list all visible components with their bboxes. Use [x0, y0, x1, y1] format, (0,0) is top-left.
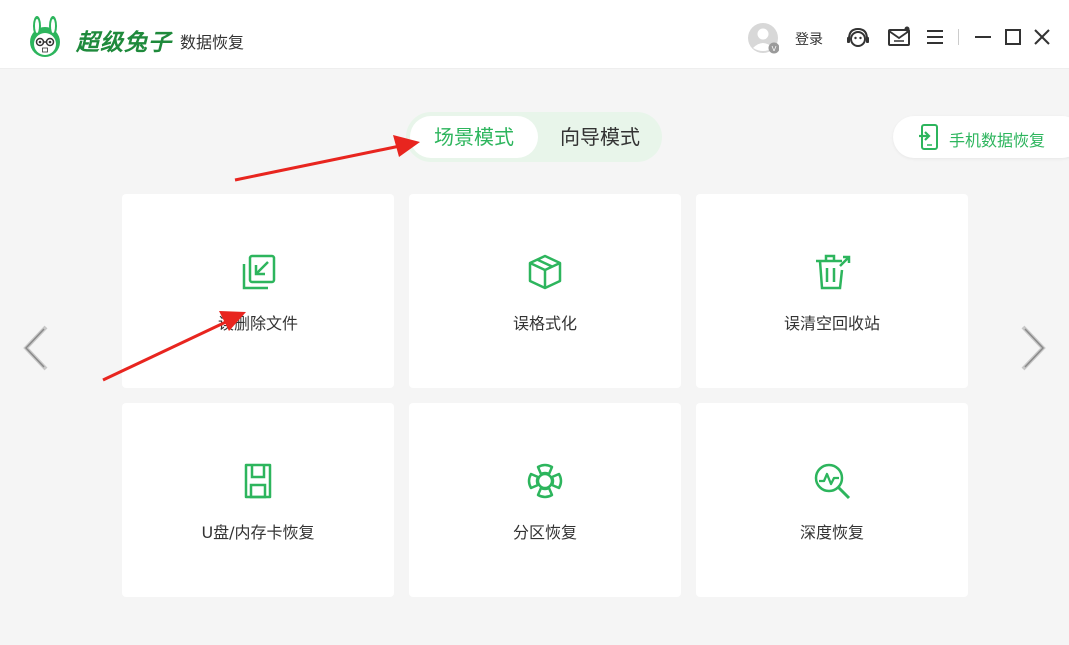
- recycle-bin-icon: [816, 254, 851, 290]
- titlebar-separator: [958, 29, 959, 45]
- message-icon[interactable]: [886, 24, 912, 50]
- brand-name: 超级兔子: [76, 29, 172, 56]
- tab-scene-mode[interactable]: 场景模式: [410, 116, 538, 158]
- rabbit-logo-icon: [30, 16, 60, 57]
- deep-scan-icon: [814, 463, 851, 500]
- card-deleted-files[interactable]: 误删除文件: [122, 194, 394, 388]
- card-partition[interactable]: 分区恢复: [409, 403, 681, 597]
- phone-recovery-label: 手机数据恢复: [949, 131, 1046, 150]
- partition-icon: [527, 463, 563, 499]
- annotation-arrow-to-scene-tab: [234, 135, 420, 182]
- close-icon[interactable]: [1029, 24, 1055, 50]
- login-link[interactable]: 登录: [795, 29, 823, 49]
- tab-wizard-mode[interactable]: 向导模式: [538, 112, 662, 162]
- card-label: 误清空回收站: [783, 314, 880, 333]
- card-recycle-bin[interactable]: 误清空回收站: [696, 194, 968, 388]
- maximize-icon[interactable]: [1000, 24, 1026, 50]
- card-label: 深度恢复: [799, 523, 864, 542]
- title-bar: 超级兔子 数据恢复 V 登录: [0, 0, 1069, 69]
- card-usb-sd[interactable]: U盘/内存卡恢复: [122, 403, 394, 597]
- card-label: U盘/内存卡恢复: [201, 523, 315, 542]
- customer-service-icon[interactable]: [845, 24, 871, 50]
- card-label: 误删除文件: [217, 314, 298, 333]
- minimize-icon[interactable]: [970, 24, 996, 50]
- phone-recovery-button[interactable]: 手机数据恢复: [893, 116, 1069, 158]
- avatar-icon[interactable]: V: [747, 22, 779, 54]
- phone-transfer-icon: [919, 124, 938, 150]
- deleted-file-icon: [242, 254, 276, 290]
- chevron-left-icon[interactable]: [20, 323, 54, 373]
- avatar-vip-badge: V: [772, 45, 777, 53]
- card-label: 误格式化: [512, 314, 577, 333]
- chevron-right-icon[interactable]: [1015, 323, 1049, 373]
- format-cube-icon: [528, 254, 562, 290]
- sd-card-icon: [244, 463, 272, 499]
- card-deep-recovery[interactable]: 深度恢复: [696, 403, 968, 597]
- brand-subtitle: 数据恢复: [180, 33, 245, 52]
- card-format[interactable]: 误格式化: [409, 194, 681, 388]
- app-window: 超级兔子 数据恢复 V 登录 场景模式 向导模式 手机数据恢复 误删除文件 误格…: [0, 0, 1069, 645]
- mode-tabs: 场景模式 向导模式: [406, 112, 662, 162]
- card-label: 分区恢复: [512, 523, 577, 542]
- menu-icon[interactable]: [922, 24, 948, 50]
